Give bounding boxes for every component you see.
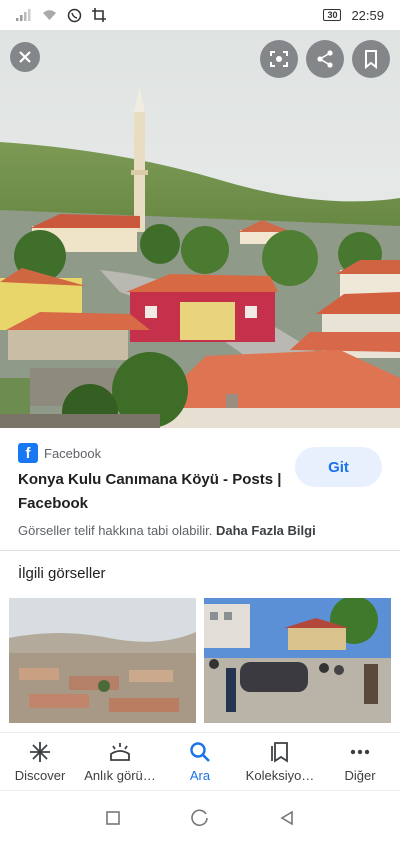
source-name: Facebook [44, 445, 102, 461]
more-dots-icon [350, 749, 370, 755]
bottom-nav: Discover Anlık görü… Ara Koleksiyo… Diğe… [0, 732, 400, 790]
home-button[interactable] [188, 806, 212, 830]
signal-icon [16, 9, 31, 21]
visit-button[interactable]: Git [295, 447, 382, 487]
lens-icon [270, 51, 288, 67]
village-photo [0, 30, 400, 428]
back-button[interactable] [275, 806, 299, 830]
clock: 22:59 [351, 7, 384, 23]
back-icon [280, 810, 293, 825]
related-image-1[interactable] [9, 598, 196, 723]
nav-label: Diğer [344, 768, 376, 783]
bookmark-icon [365, 50, 377, 69]
facebook-icon: f [18, 443, 38, 463]
status-bar: 30 22:59 [0, 0, 400, 30]
notice-text: Görseller telif hakkına tabi olabilir. [18, 523, 213, 538]
search-icon [190, 742, 210, 762]
more-info-link[interactable]: Daha Fazla Bilgi [216, 523, 316, 538]
landscape-thumbnail [9, 598, 196, 723]
whatsapp-icon [67, 8, 82, 22]
nav-updates[interactable]: Anlık görü… [80, 733, 160, 790]
status-icons-left [16, 8, 106, 23]
recents-button[interactable] [101, 806, 125, 830]
gathering-thumbnail [204, 598, 391, 723]
result-title[interactable]: Konya Kulu Canımana Köyü - Posts | Faceb… [18, 468, 288, 516]
home-icon [191, 809, 208, 826]
share-button[interactable] [306, 40, 344, 78]
nav-discover[interactable]: Discover [0, 733, 80, 790]
status-icons-right: 30 22:59 [323, 8, 384, 23]
related-image-2[interactable] [204, 598, 391, 723]
nav-label: Ara [189, 768, 211, 783]
nav-label: Anlık görü… [84, 768, 156, 783]
asterisk-icon [30, 742, 50, 762]
wifi-icon [43, 10, 56, 20]
nav-label: Discover [14, 768, 66, 783]
copyright-notice: Görseller telif hakkına tabi olabilir. D… [18, 523, 316, 538]
close-icon [19, 51, 31, 63]
lens-button[interactable] [260, 40, 298, 78]
recents-icon [106, 810, 121, 825]
nav-collections[interactable]: Koleksiyo… [240, 733, 320, 790]
save-button[interactable] [352, 40, 390, 78]
nav-more[interactable]: Diğer [320, 733, 400, 790]
close-button[interactable] [10, 42, 40, 72]
divider [0, 550, 400, 551]
system-nav [0, 790, 400, 844]
nav-label: Koleksiyo… [245, 768, 315, 783]
source-row: f Facebook [18, 443, 101, 463]
related-images-heading: İlgili görseller [18, 565, 106, 582]
nav-search[interactable]: Ara [160, 733, 240, 790]
collections-icon [271, 742, 288, 763]
hero-image[interactable] [0, 30, 400, 428]
battery-icon: 30 [323, 9, 342, 21]
updates-icon [110, 743, 130, 761]
crop-icon [92, 8, 106, 22]
share-icon [317, 50, 333, 68]
